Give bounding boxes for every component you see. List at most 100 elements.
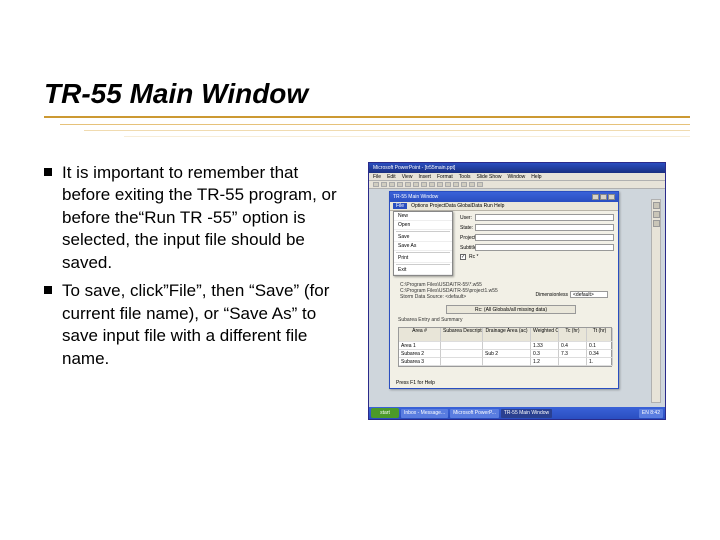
state-label: State: [460,225,472,231]
rc-checkbox-label: Rc * [469,254,478,260]
rc-checkbox[interactable] [460,254,466,260]
user-input[interactable] [475,214,614,221]
tr55-menu-file[interactable]: File [393,203,407,209]
bullet-item: It is important to remember that before … [44,162,344,274]
toolbar-icon[interactable] [389,182,395,187]
toolbar-icon[interactable] [477,182,483,187]
toolbar-icon[interactable] [469,182,475,187]
tr55-window: TR-55 Main Window File Options ProjectDa… [389,191,619,389]
col-header: Area # [399,328,441,342]
file-menu-open[interactable]: Open [394,221,452,230]
subarea-section-label: Subarea Entry and Summary [398,317,462,323]
cell[interactable] [483,342,531,350]
subtitle-input[interactable] [475,244,614,251]
menu-separator [396,252,450,253]
cell[interactable]: Subarea 3 [399,358,441,366]
table-row[interactable]: Area 1 1.33 0.4 0.1 [399,342,611,350]
pp-menu-item[interactable]: Help [531,174,541,180]
powerpoint-menubar: File Edit View Insert Format Tools Slide… [369,173,665,181]
pp-menu-item[interactable]: Edit [387,174,396,180]
table-row[interactable]: Subarea 3 1.2 1. [399,358,611,366]
pane-icon[interactable] [653,211,660,218]
pane-icon[interactable] [653,202,660,209]
state-input[interactable] [475,224,614,231]
project-input[interactable] [475,234,614,241]
cell[interactable]: 0.4 [559,342,587,350]
cell[interactable]: 0.34 [587,350,613,358]
embedded-screenshot: Microsoft PowerPoint - [tr55main.ppt] Fi… [368,162,666,420]
toolbar-icon[interactable] [413,182,419,187]
maximize-icon[interactable] [600,194,607,200]
tr55-menu-rest[interactable]: Options ProjectData GlobalData Run Help [411,203,504,209]
project-label: Project: [460,235,472,241]
pp-menu-item[interactable]: File [373,174,381,180]
toolbar-icon[interactable] [453,182,459,187]
file-dropdown: New Open Save Save As Print Exit [393,211,453,276]
file-menu-new[interactable]: New [394,212,452,221]
taskbar-button[interactable]: Inbox - Message... [401,409,448,418]
pp-menu-item[interactable]: Window [508,174,526,180]
subtitle-label: Subtitle: [460,245,472,251]
tr55-menubar: File Options ProjectData GlobalData Run … [390,202,618,211]
col-header: Tt (hr) [587,328,613,342]
system-tray[interactable]: EN 8:42 [639,409,663,418]
toolbar-icon[interactable] [397,182,403,187]
col-header: Tc (hr) [559,328,587,342]
file-menu-print[interactable]: Print [394,254,452,263]
toolbar-icon[interactable] [461,182,467,187]
cell[interactable]: Sub 2 [483,350,531,358]
cell[interactable]: 1.2 [531,358,559,366]
menu-separator [396,231,450,232]
menu-separator [396,264,450,265]
toolbar-icon[interactable] [421,182,427,187]
subarea-table: Area # Subarea Description Drainage Area… [398,327,612,367]
table-row[interactable]: Subarea 2 Sub 2 0.3 7.3 0.34 [399,350,611,358]
tr55-titlebar: TR-55 Main Window [390,192,618,202]
pp-menu-item[interactable]: Tools [459,174,471,180]
pp-menu-item[interactable]: View [402,174,413,180]
pp-menu-item[interactable]: Slide Show [476,174,501,180]
start-button[interactable]: start [371,408,399,418]
toolbar-icon[interactable] [381,182,387,187]
taskbar-button[interactable]: Microsoft PowerP... [450,409,499,418]
slide-content: It is important to remember that before … [44,162,690,420]
cell[interactable]: 0.3 [531,350,559,358]
dimensionless-input[interactable]: <default> [570,291,608,298]
col-header: Weighted CN [531,328,559,342]
user-label: User: [460,215,472,221]
cell[interactable] [441,342,483,350]
cell[interactable] [441,358,483,366]
cell[interactable] [441,350,483,358]
cell[interactable]: 1. [587,358,613,366]
cell[interactable]: 1.33 [531,342,559,350]
pane-icon[interactable] [653,220,660,227]
slide-title: TR-55 Main Window [44,78,690,110]
pp-menu-item[interactable]: Insert [418,174,431,180]
minimize-icon[interactable] [592,194,599,200]
tr55-form: User: State: Project: Subtitle: Rc * [460,214,614,260]
toolbar-icon[interactable] [429,182,435,187]
taskbar-button[interactable]: TR-55 Main Window [501,409,552,418]
file-menu-save[interactable]: Save [394,233,452,242]
cell[interactable]: 0.1 [587,342,613,350]
cell[interactable] [483,358,531,366]
cell[interactable]: 7.3 [559,350,587,358]
rc-globals-button[interactable]: Rc: (All Globals/all missing data) [446,305,576,314]
powerpoint-task-pane [651,199,661,403]
file-menu-saveas[interactable]: Save As [394,242,452,251]
toolbar-icon[interactable] [445,182,451,187]
close-icon[interactable] [608,194,615,200]
col-header: Drainage Area (ac) [483,328,531,342]
cell[interactable]: Subarea 2 [399,350,441,358]
toolbar-icon[interactable] [437,182,443,187]
bullet-list: It is important to remember that before … [44,162,344,420]
status-bar-text: Press F1 for Help [396,380,435,386]
windows-taskbar: start Inbox - Message... Microsoft Power… [369,407,665,419]
file-menu-exit[interactable]: Exit [394,266,452,275]
cell[interactable]: Area 1 [399,342,441,350]
toolbar-icon[interactable] [405,182,411,187]
toolbar-icon[interactable] [373,182,379,187]
window-controls [592,194,615,200]
pp-menu-item[interactable]: Format [437,174,453,180]
cell[interactable] [559,358,587,366]
